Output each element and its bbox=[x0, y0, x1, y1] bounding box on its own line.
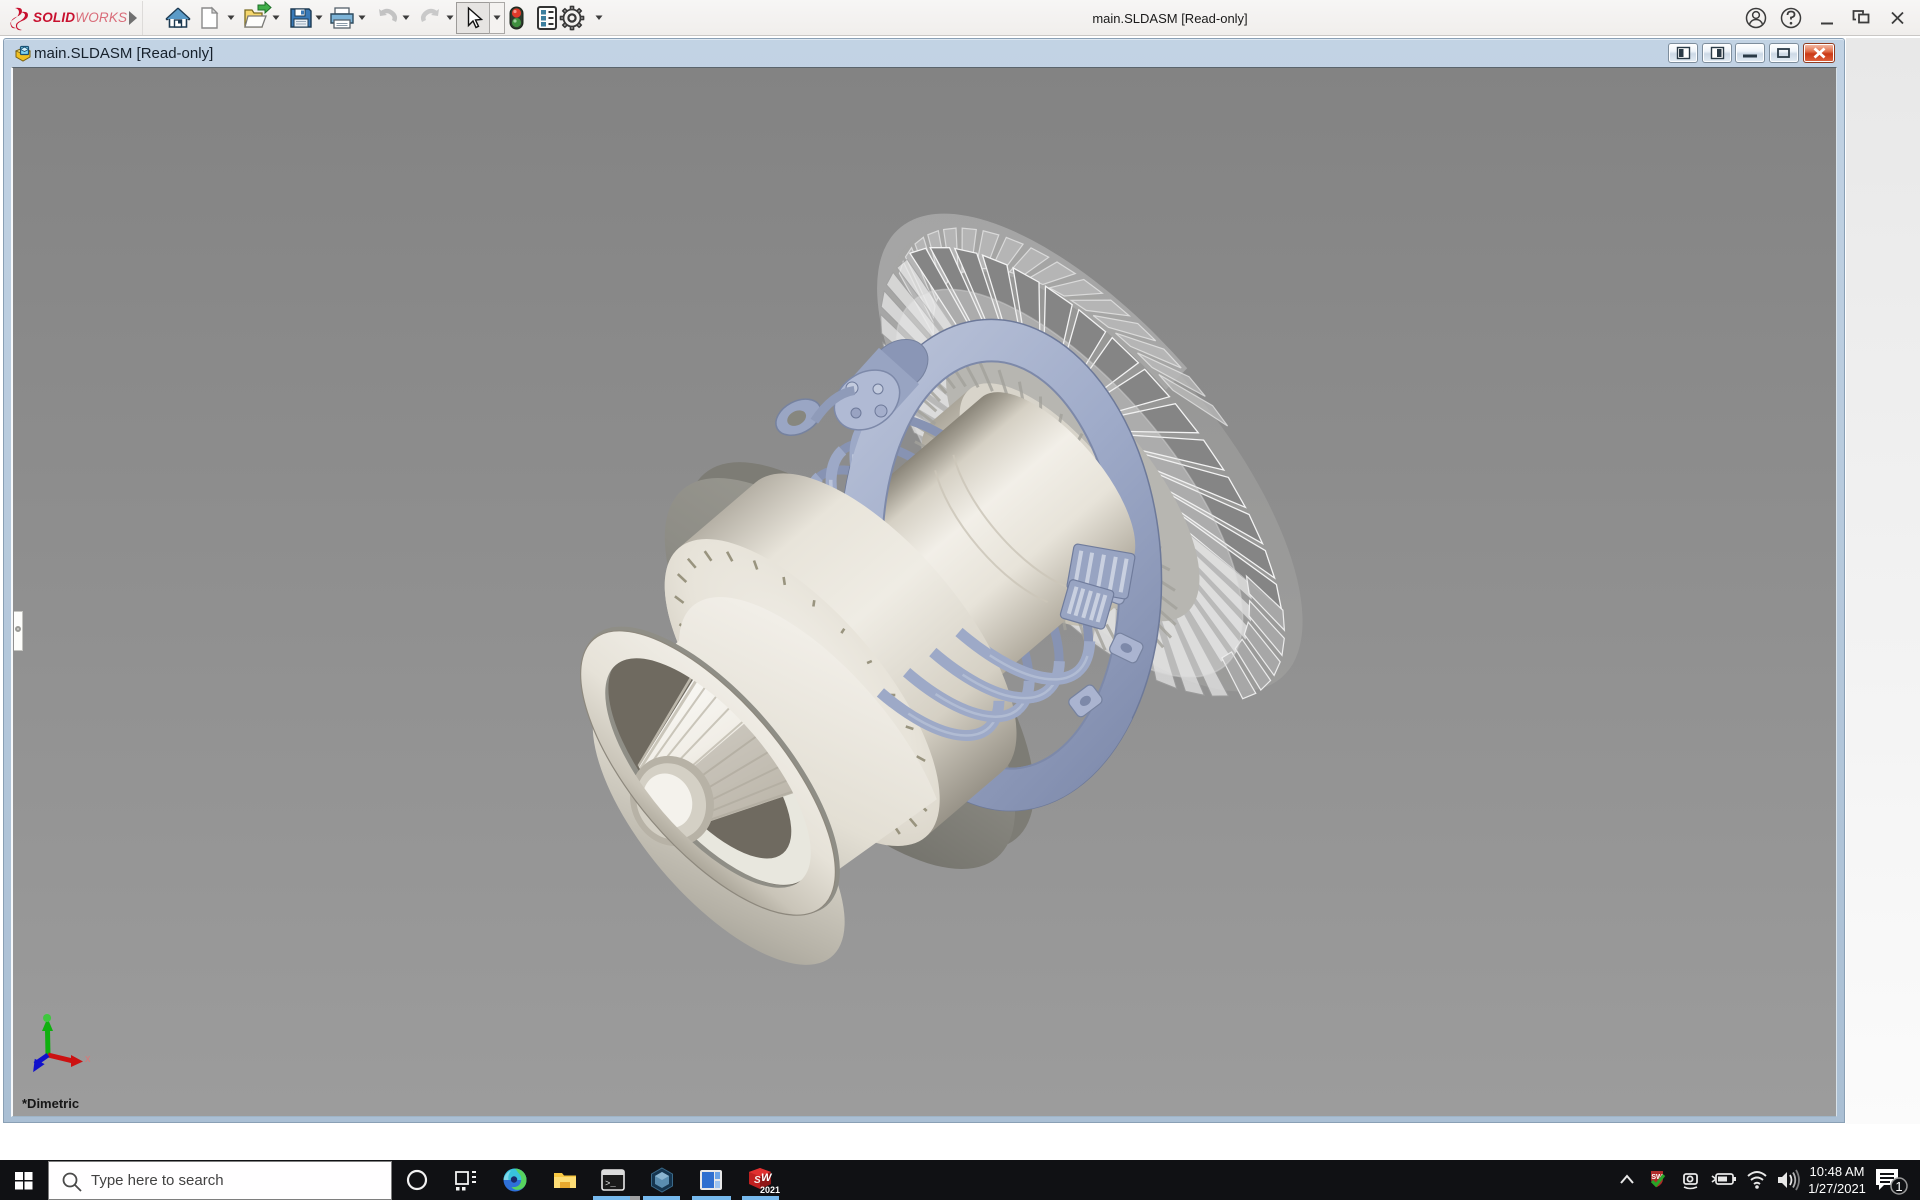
svg-text:x: x bbox=[85, 1053, 91, 1065]
svg-text:1: 1 bbox=[1895, 1179, 1902, 1194]
svg-text:W: W bbox=[761, 1172, 773, 1184]
svg-text:>_: >_ bbox=[605, 1179, 616, 1189]
svg-text:2021: 2021 bbox=[760, 1185, 780, 1195]
